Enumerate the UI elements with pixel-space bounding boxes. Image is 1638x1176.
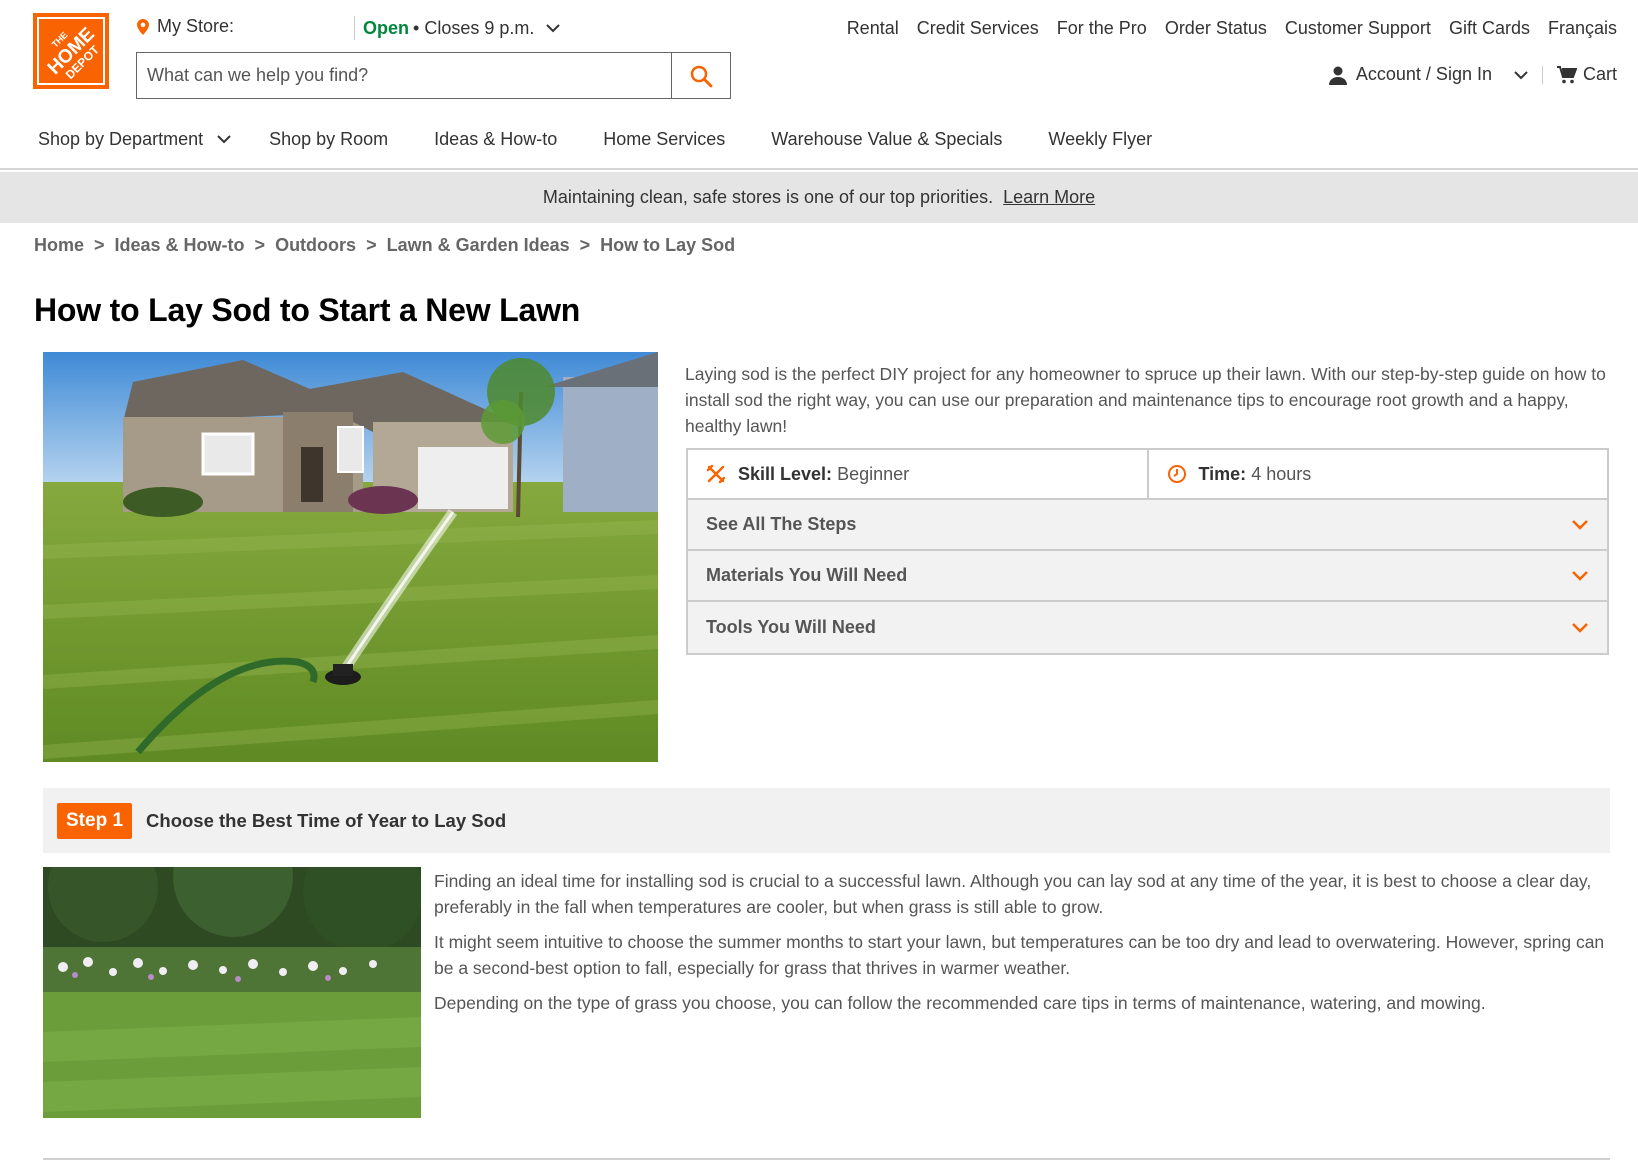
store-hours[interactable]: Open • Closes 9 p.m. — [354, 16, 561, 40]
step-1-header: Step 1 Choose the Best Time of Year to L… — [43, 788, 1610, 853]
location-pin-icon — [137, 18, 149, 35]
nav-home-services[interactable]: Home Services — [603, 129, 725, 150]
nav-shop-by-room[interactable]: Shop by Room — [269, 129, 388, 150]
cart-button[interactable]: Cart — [1556, 64, 1617, 85]
accordion-materials[interactable]: Materials You Will Need — [688, 551, 1607, 602]
nav-warehouse-value[interactable]: Warehouse Value & Specials — [771, 129, 1002, 150]
breadcrumb: Home > Ideas & How-to > Outdoors > Lawn … — [34, 235, 735, 256]
accordion-tools[interactable]: Tools You Will Need — [688, 602, 1607, 653]
time-label: Time: — [1198, 463, 1247, 484]
main-navigation: Shop by Department Shop by Room Ideas & … — [0, 110, 1638, 170]
account-label: Account / Sign In — [1355, 64, 1492, 84]
project-info-box: Skill Level: Beginner Time: 4 hours See … — [686, 448, 1609, 655]
chevron-down-icon — [546, 24, 561, 33]
util-link-credit-services[interactable]: Credit Services — [917, 18, 1039, 39]
cart-icon — [1556, 65, 1577, 83]
breadcrumb-current: How to Lay Sod — [600, 235, 736, 255]
breadcrumb-separator: > — [94, 235, 105, 255]
section-divider — [43, 1158, 1610, 1160]
nav-label: Shop by Room — [269, 128, 389, 149]
step-paragraph: Finding an ideal time for installing sod… — [434, 871, 1592, 917]
skill-level-value: Beginner — [837, 463, 910, 484]
account-area: Account / Sign In Cart — [1328, 64, 1617, 85]
chevron-down-icon — [1572, 622, 1588, 633]
search-button[interactable] — [671, 53, 730, 98]
accordion-label: Materials You Will Need — [706, 565, 908, 585]
notice-banner: Maintaining clean, safe stores is one of… — [0, 172, 1638, 223]
time-text: Time: 4 hours — [1199, 464, 1312, 485]
intro-paragraph: Laying sod is the perfect DIY project fo… — [685, 364, 1606, 436]
util-link-for-the-pro[interactable]: For the Pro — [1057, 18, 1147, 39]
clock-icon — [1167, 465, 1186, 483]
step-badge: Step 1 — [57, 802, 133, 839]
breadcrumb-separator: > — [579, 235, 591, 255]
search-input[interactable] — [137, 53, 671, 98]
breadcrumb-lawn-garden[interactable]: Lawn & Garden Ideas — [387, 235, 570, 256]
breadcrumb-outdoors[interactable]: Outdoors — [275, 235, 356, 256]
tools-icon — [706, 464, 726, 484]
info-summary-row: Skill Level: Beginner Time: 4 hours — [688, 450, 1607, 500]
step-title: Choose the Best Time of Year to Lay Sod — [146, 809, 507, 831]
step-paragraph: It might seem intuitive to choose the su… — [434, 932, 1605, 978]
util-link-gift-cards[interactable]: Gift Cards — [1449, 18, 1530, 39]
nav-label: Ideas & How-to — [434, 128, 558, 149]
nav-weekly-flyer[interactable]: Weekly Flyer — [1048, 129, 1152, 150]
nav-label: Weekly Flyer — [1048, 128, 1153, 149]
breadcrumb-ideas[interactable]: Ideas & How-to — [115, 235, 245, 256]
store-closing-time: • Closes 9 p.m. — [413, 17, 535, 38]
banner-text: Maintaining clean, safe stores is one of… — [542, 187, 994, 207]
user-icon — [1328, 66, 1347, 85]
chevron-down-icon — [217, 135, 231, 144]
skill-level-label: Skill Level: — [738, 463, 833, 484]
nav-ideas-how-to[interactable]: Ideas & How-to — [434, 129, 557, 150]
search-bar — [136, 52, 731, 99]
skill-level-text: Skill Level: Beginner — [738, 464, 909, 485]
nav-label: Warehouse Value & Specials — [771, 128, 1003, 149]
util-link-francais[interactable]: Français — [1548, 18, 1617, 39]
accordion-label: Tools You Will Need — [706, 617, 876, 637]
home-depot-logo[interactable]: THE HOME DEPOT — [33, 13, 109, 89]
banner-learn-more-link[interactable]: Learn More — [1003, 187, 1095, 208]
divider — [1541, 65, 1543, 84]
store-open-status: Open — [363, 17, 410, 38]
breadcrumb-separator: > — [366, 235, 377, 255]
accordion-label: See All The Steps — [706, 514, 857, 534]
account-sign-in[interactable]: Account / Sign In — [1328, 64, 1528, 85]
accordion-see-all-steps[interactable]: See All The Steps — [688, 500, 1607, 551]
step-paragraph: Depending on the type of grass you choos… — [434, 993, 1486, 1013]
util-link-order-status[interactable]: Order Status — [1165, 18, 1267, 39]
utility-links: Rental Credit Services For the Pro Order… — [847, 18, 1617, 39]
step-1-image — [43, 867, 421, 1118]
my-store[interactable]: My Store: — [137, 16, 234, 37]
nav-label: Home Services — [603, 128, 726, 149]
my-store-label: My Store: — [157, 16, 235, 36]
chevron-down-icon — [1572, 519, 1588, 530]
search-icon — [690, 65, 713, 87]
breadcrumb-separator: > — [254, 235, 266, 255]
time-value: 4 hours — [1251, 463, 1312, 484]
breadcrumb-home[interactable]: Home — [34, 235, 84, 256]
nav-shop-by-department[interactable]: Shop by Department — [38, 129, 231, 150]
skill-level: Skill Level: Beginner — [688, 450, 1149, 498]
nav-label: Shop by Department — [38, 128, 204, 149]
page-title: How to Lay Sod to Start a New Lawn — [34, 292, 581, 328]
hero-image — [43, 352, 658, 762]
util-link-customer-support[interactable]: Customer Support — [1285, 18, 1431, 39]
util-link-rental[interactable]: Rental — [847, 18, 899, 39]
chevron-down-icon — [1514, 70, 1528, 79]
cart-label: Cart — [1582, 64, 1617, 84]
chevron-down-icon — [1572, 570, 1588, 581]
step-1-text: Finding an ideal time for installing sod… — [434, 868, 1614, 1025]
time-estimate: Time: 4 hours — [1149, 450, 1608, 498]
